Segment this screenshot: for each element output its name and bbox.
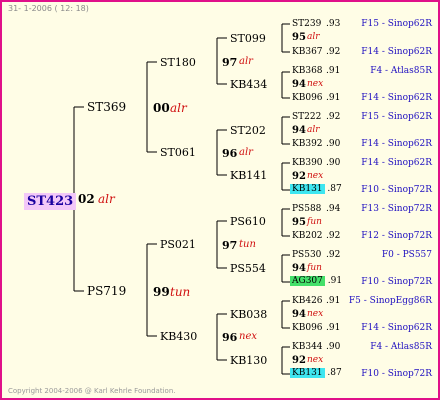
gen3-yr-6: nex xyxy=(307,309,324,319)
gen3-yr-2: alr xyxy=(307,125,320,135)
copyright: Copyright 2004-2006 @ Karl Kehrle Founda… xyxy=(8,387,176,395)
gen2-name-2[interactable]: PS021 xyxy=(160,239,196,250)
gen1-yr-1: tun xyxy=(170,285,191,299)
gen4-info-8: F13 - Sinop72R xyxy=(361,204,432,214)
gen2-name-0[interactable]: ST180 xyxy=(160,57,196,68)
gen3-num-0: 95 xyxy=(292,32,306,43)
gen3-num-3: 92 xyxy=(292,171,306,182)
gen2-yr-2: tun xyxy=(239,239,256,250)
gen4-info-6: F14 - Sinop62R xyxy=(361,158,432,168)
gen2-name-1[interactable]: ST061 xyxy=(160,147,196,158)
gen4-info-3: F14 - Sinop62R xyxy=(361,93,432,103)
gen1-name-1[interactable]: PS719 xyxy=(87,285,126,297)
gen3-num-4: 95 xyxy=(292,217,306,228)
gen3-num-1: 94 xyxy=(292,79,306,90)
gen3-num-6: 94 xyxy=(292,309,306,320)
gen2-num-1: 96 xyxy=(222,147,238,160)
gen4-info-15: F10 - Sinop72R xyxy=(361,369,432,379)
gen4-info-13: F14 - Sinop62R xyxy=(361,323,432,333)
gen2-num-3: 96 xyxy=(222,331,238,344)
gen3-name-3[interactable]: KB141 xyxy=(230,170,267,181)
timestamp: 31- 1-2006 ( 12: 18) xyxy=(8,4,89,13)
root-name[interactable]: ST423 xyxy=(24,193,77,210)
gen1-num-1: 99 xyxy=(153,285,170,299)
gen3-yr-3: nex xyxy=(307,171,324,181)
gen2-num-2: 97 xyxy=(222,239,238,252)
root-num: 02 xyxy=(78,192,95,206)
gen3-name-6[interactable]: KB038 xyxy=(230,309,267,320)
gen4-info-12: F5 - SinopEgg86R xyxy=(348,296,432,306)
gen2-yr-1: alr xyxy=(239,147,253,158)
gen4-info-1: F14 - Sinop62R xyxy=(361,47,432,57)
gen3-yr-1: nex xyxy=(307,79,324,89)
gen4-info-9: F12 - Sinop72R xyxy=(361,231,432,241)
gen1-num-0: 00 xyxy=(153,101,170,115)
gen4-info-10: F0 - PS557 xyxy=(381,250,432,260)
pedigree-chart: 31- 1-2006 ( 12: 18) Copyright 2004-2006… xyxy=(0,0,440,400)
gen2-name-3[interactable]: KB430 xyxy=(160,331,197,342)
gen4-info-7: F10 - Sinop72R xyxy=(361,185,432,195)
gen4-info-14: F4 - Atlas85R xyxy=(370,342,432,352)
gen3-name-0[interactable]: ST099 xyxy=(230,33,266,44)
gen3-yr-5: fun xyxy=(307,263,322,273)
gen3-yr-4: fun xyxy=(307,217,322,227)
gen3-yr-0: alr xyxy=(307,32,320,42)
gen3-name-7[interactable]: KB130 xyxy=(230,355,267,366)
gen1-yr-0: alr xyxy=(170,101,187,115)
gen3-name-1[interactable]: KB434 xyxy=(230,79,267,90)
root-node[interactable]: ST423 xyxy=(24,192,77,210)
gen4-info-4: F15 - Sinop62R xyxy=(361,112,432,122)
root-yr: alr xyxy=(98,192,115,206)
gen3-num-7: 92 xyxy=(292,355,306,366)
gen3-name-4[interactable]: PS610 xyxy=(230,216,266,227)
gen4-info-2: F4 - Atlas85R xyxy=(370,66,432,76)
gen2-num-0: 97 xyxy=(222,56,238,69)
gen2-yr-0: alr xyxy=(239,56,253,67)
gen3-yr-7: nex xyxy=(307,355,324,365)
gen4-info-5: F14 - Sinop62R xyxy=(361,139,432,149)
gen2-yr-3: nex xyxy=(239,331,257,342)
gen3-num-2: 94 xyxy=(292,125,306,136)
gen4-info-0: F15 - Sinop62R xyxy=(361,19,432,29)
gen3-name-5[interactable]: PS554 xyxy=(230,263,266,274)
gen3-num-5: 94 xyxy=(292,263,306,274)
gen4-info-11: F10 - Sinop72R xyxy=(361,277,432,287)
gen1-name-0[interactable]: ST369 xyxy=(87,101,126,113)
gen3-name-2[interactable]: ST202 xyxy=(230,125,266,136)
